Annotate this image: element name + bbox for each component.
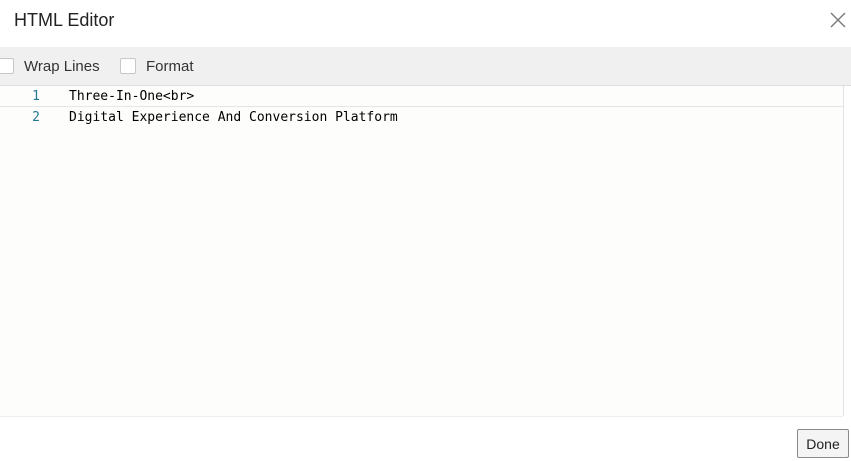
close-icon <box>830 12 846 28</box>
dialog-footer: Done <box>0 417 851 461</box>
editor-toolbar: Wrap Lines Format <box>0 47 851 86</box>
line-number: 2 <box>32 110 40 125</box>
wrap-lines-label: Wrap Lines <box>24 57 100 75</box>
code-editor[interactable]: 1 Three-In-One<br> 2 Digital Experience … <box>0 86 851 417</box>
close-button[interactable] <box>829 11 847 29</box>
code-text[interactable]: Digital Experience And Conversion Platfo… <box>69 107 398 128</box>
code-text[interactable]: Three-In-One<br> <box>69 86 194 107</box>
editor-scrollbar[interactable] <box>843 86 851 416</box>
done-button[interactable]: Done <box>797 429 849 458</box>
wrap-lines-option[interactable]: Wrap Lines <box>0 57 100 75</box>
code-line[interactable]: 1 Three-In-One<br> <box>0 86 851 107</box>
format-label: Format <box>146 57 194 75</box>
format-checkbox[interactable] <box>120 58 136 74</box>
format-option[interactable]: Format <box>120 57 194 75</box>
dialog-title: HTML Editor <box>14 10 115 30</box>
code-line[interactable]: 2 Digital Experience And Conversion Plat… <box>0 107 843 128</box>
dialog-header: HTML Editor <box>0 0 851 47</box>
html-editor-dialog: HTML Editor Wrap Lines Format 1 Three-In… <box>0 0 851 461</box>
wrap-lines-checkbox[interactable] <box>0 58 14 74</box>
line-number: 1 <box>32 89 40 104</box>
